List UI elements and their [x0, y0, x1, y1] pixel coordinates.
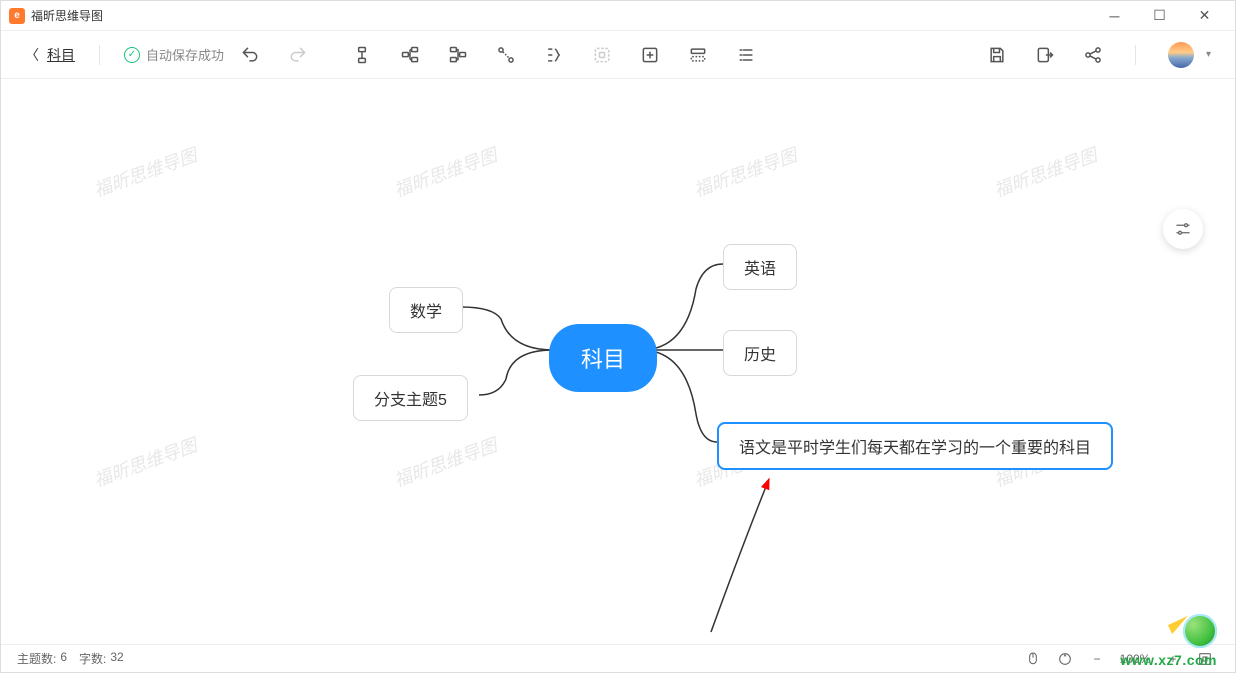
style-settings-button[interactable]: [1163, 209, 1203, 249]
save-button[interactable]: [979, 37, 1015, 73]
mindmap-canvas[interactable]: 福昕思维导图 福昕思维导图 福昕思维导图 福昕思维导图 福昕思维导图 福昕思维导…: [1, 79, 1235, 644]
chevron-left-icon: 〈: [25, 45, 39, 65]
undo-button[interactable]: [232, 37, 268, 73]
fit-view-button[interactable]: [1191, 647, 1219, 671]
stats: 主题数: 6 字数: 32: [17, 650, 124, 667]
redo-button[interactable]: [280, 37, 316, 73]
watermark: 福昕思维导图: [390, 431, 500, 492]
watermark: 福昕思维导图: [90, 431, 200, 492]
close-button[interactable]: ✕: [1182, 1, 1227, 31]
watermark: 福昕思维导图: [390, 141, 500, 202]
watermark: 福昕思维导图: [90, 141, 200, 202]
watermark: 福昕思维导图: [990, 141, 1100, 202]
maximize-button[interactable]: ☐: [1137, 1, 1182, 31]
zoom-level: 100%: [1115, 652, 1155, 666]
export-button[interactable]: [1027, 37, 1063, 73]
relationship-button[interactable]: [488, 37, 524, 73]
mouse-mode-button[interactable]: [1019, 647, 1047, 671]
central-node[interactable]: 科目: [549, 324, 657, 392]
back-button[interactable]: 〈 科目: [25, 45, 75, 65]
summary-button[interactable]: [536, 37, 572, 73]
node-right-3-selected[interactable]: 语文是平时学生们每天都在学习的一个重要的科目: [717, 422, 1113, 470]
minimize-button[interactable]: ─: [1092, 1, 1137, 31]
add-sibling-button[interactable]: [392, 37, 428, 73]
boundary-button[interactable]: [584, 37, 620, 73]
watermark: 福昕思维导图: [690, 141, 800, 202]
insert-button[interactable]: [632, 37, 668, 73]
chevron-down-icon[interactable]: ▾: [1206, 49, 1211, 60]
autosave-label: 自动保存成功: [146, 45, 224, 64]
node-right-1[interactable]: 英语: [723, 244, 797, 290]
history-tools: [232, 37, 316, 73]
statusbar: 主题数: 6 字数: 32 − 100% +: [1, 644, 1235, 672]
share-button[interactable]: [1075, 37, 1111, 73]
zoom-out-button[interactable]: −: [1083, 647, 1111, 671]
node-left-2[interactable]: 分支主题5: [353, 375, 468, 421]
separator: [1135, 45, 1136, 65]
titlebar: e 福昕思维导图 ─ ☐ ✕: [1, 1, 1235, 31]
center-view-button[interactable]: [1051, 647, 1079, 671]
user-avatar[interactable]: [1168, 42, 1194, 68]
window-controls: ─ ☐ ✕: [1092, 1, 1227, 31]
autosave-status: ✓ 自动保存成功: [124, 45, 224, 64]
separator: [99, 45, 100, 65]
node-right-2[interactable]: 历史: [723, 330, 797, 376]
node-tools: [344, 37, 764, 73]
word-count-label: 字数:: [79, 650, 106, 667]
add-parent-button[interactable]: [440, 37, 476, 73]
format-button[interactable]: [680, 37, 716, 73]
app-logo-icon: e: [9, 8, 25, 24]
topic-count-label: 主题数:: [17, 650, 56, 667]
toolbar: 〈 科目 ✓ 自动保存成功: [1, 31, 1235, 79]
topic-count-value: 6: [60, 650, 67, 667]
outline-button[interactable]: [728, 37, 764, 73]
add-subtopic-button[interactable]: [344, 37, 380, 73]
zoom-in-button[interactable]: +: [1159, 647, 1187, 671]
app-title: 福昕思维导图: [31, 7, 1092, 24]
word-count-value: 32: [110, 650, 123, 667]
check-circle-icon: ✓: [124, 47, 140, 63]
file-tools: [979, 37, 1111, 73]
document-name: 科目: [47, 45, 75, 65]
node-left-1[interactable]: 数学: [389, 287, 463, 333]
